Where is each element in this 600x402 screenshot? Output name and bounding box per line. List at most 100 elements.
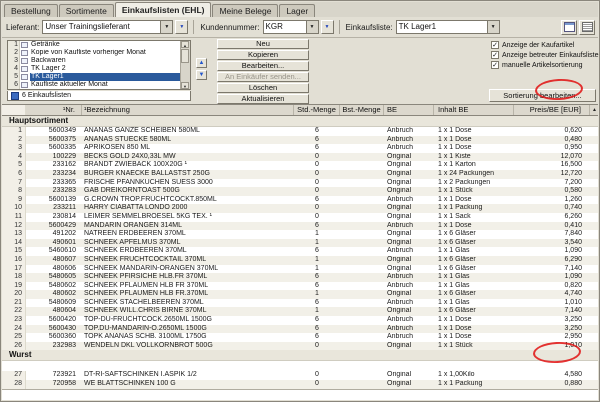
kopieren-button[interactable]: Kopieren	[217, 50, 309, 60]
neu-button[interactable]: Neu	[217, 39, 309, 49]
std-menge: 6	[294, 144, 340, 153]
column-header-bst-menge[interactable]: Bst.-Menge	[340, 105, 384, 115]
table-row[interactable]: 125600429MANDARIN ORANGEN 314ML6Anbruch1…	[2, 222, 598, 231]
kundennummer-lookup-button[interactable]: ▼	[321, 20, 334, 34]
list-item-tk-lager1[interactable]: 5TK Lager1	[8, 73, 180, 81]
table-row[interactable]: 255600360TOPK ANANAS SCHB. 3100ML 1750G6…	[2, 333, 598, 342]
table-row[interactable]: 155460610SCHNEEK ERDBEEREN 370ML6Anbruch…	[2, 247, 598, 256]
article-number: 480607	[26, 256, 82, 265]
table-row[interactable]: 6233234BURGER KNAECKE BALLASTST 250G0Ori…	[2, 170, 598, 179]
table-row[interactable]: 215480609SCHNEEK STACHELBEEREN 370ML6Anb…	[2, 299, 598, 308]
move-up-button[interactable]: ▲	[196, 58, 207, 68]
table-row[interactable]: 14490601SCHNEEK APFELMUS 370ML1Original1…	[2, 239, 598, 248]
table-row[interactable]: 35600335APRIKOSEN 850 ML6Anbruch1 x 1 Do…	[2, 144, 598, 153]
checkbox-checked[interactable]: ✓	[491, 51, 499, 59]
kundennummer-combo[interactable]: KGR ▼	[263, 20, 319, 34]
column-header-nr[interactable]: ¹Nr.	[26, 105, 82, 115]
inhalt-be: 1 x 1 Dose	[434, 333, 514, 342]
list-item-kopie-von-kaufliste-vorheriger-monat[interactable]: 2Kopie von Kaufliste vorheriger Monat	[8, 49, 180, 57]
aktualisieren-button[interactable]: Aktualisieren	[217, 94, 309, 104]
inhalt-be: 1 x 2 Packungen	[434, 179, 514, 188]
list-item-backwaren[interactable]: 3Backwaren	[8, 57, 180, 65]
bst-menge	[340, 333, 384, 342]
table-row[interactable]: 10233211HARRY CIABATTA LONDO 20000Origin…	[2, 204, 598, 213]
list-item-label: Backwaren	[30, 57, 180, 65]
table-row[interactable]: 245600430TOP.DU-MANDARIN-O.2650ML 1500G6…	[2, 325, 598, 334]
column-header-std-menge[interactable]: Std.-Menge	[294, 105, 340, 115]
list-scrollbar[interactable]: ▲ ▼	[180, 41, 190, 89]
std-menge: 1	[294, 265, 340, 274]
article-number: 5600430	[26, 325, 82, 334]
column-header-preis-be-eur[interactable]: Preis/BE [EUR]	[514, 105, 590, 115]
inhalt-be: 1 x 1 Dose	[434, 196, 514, 205]
table-row[interactable]: 11230814LEIMER SEMMELBROESEL 5KG TEX. ¹0…	[2, 213, 598, 222]
checkbox-checked[interactable]: ✓	[491, 61, 499, 69]
column-header-inhalt-be[interactable]: Inhalt BE	[434, 105, 514, 115]
table-view-button[interactable]	[561, 20, 577, 35]
column-header-bezeichnung[interactable]: ¹Bezeichnung	[82, 105, 294, 115]
be-unit: Original	[384, 204, 434, 213]
table-row[interactable]: 95600139G.CROWN TROP.FRUCHTCOCKT.850ML6A…	[2, 196, 598, 205]
table-row[interactable]: 16480607SCHNEEK FRUCHTCOCKTAIL 370ML1Ori…	[2, 256, 598, 265]
tab-sortimente[interactable]: Sortimente	[59, 4, 114, 17]
table-row[interactable]: 20480602SCHNEEK PFLAUMEN HLB FR.370ML1Or…	[2, 290, 598, 299]
row-index: 24	[2, 325, 26, 334]
article-number: 233283	[26, 187, 82, 196]
list-count-label: 6 Einkaufslisten	[22, 92, 71, 99]
tab-lager[interactable]: Lager	[279, 4, 315, 17]
bst-menge	[340, 136, 384, 145]
article-name: SCHNEEK MANDARIN-ORANGEN 370ML	[82, 265, 294, 274]
row-index: 25	[2, 333, 26, 342]
table-row[interactable]: 22480604SCHNEEK WILL.CHRIS BIRNE 370ML1O…	[2, 307, 598, 316]
table-row[interactable]: 26232983WENDELN DKL VOLLKORNBROT 500G0Or…	[2, 342, 598, 351]
tab-bestellung[interactable]: Bestellung	[4, 4, 58, 17]
bearbeiten-button[interactable]: Bearbeiten...	[217, 61, 309, 71]
table-row[interactable]: 13491202NATREEN ERDBEEREN 370ML1Original…	[2, 230, 598, 239]
chevron-down-icon[interactable]: ▼	[487, 21, 499, 33]
table-row[interactable]: 185480605SCHNEEK PFIRSICHE HLB.FR 370ML6…	[2, 273, 598, 282]
table-row[interactable]: 17480606SCHNEEK MANDARIN-ORANGEN 370ML1O…	[2, 265, 598, 274]
chevron-down-icon[interactable]: ▼	[160, 21, 172, 33]
table-row[interactable]: 28720958WE BLATTSCHINKEN 100 G0Original1…	[2, 380, 598, 389]
list-item-kaufliste-aktueller-monat[interactable]: 6Kaufliste aktueller Monat	[8, 81, 180, 89]
column-header-rownum[interactable]	[2, 105, 26, 115]
option-anzeige-der-kaufartikel[interactable]: ✓Anzeige der Kaufartikel	[491, 41, 600, 49]
einkaufsliste-combo[interactable]: TK Lager1 ▼	[396, 20, 500, 34]
tab-meine-belege[interactable]: Meine Belege	[212, 4, 278, 17]
tab-einkaufslisten-ehl[interactable]: Einkaufslisten (EHL)	[115, 2, 212, 17]
table-row[interactable]: 4100229BECKS GOLD 24X0,33L MW0Original1 …	[2, 153, 598, 162]
be-unit: Original	[384, 213, 434, 222]
table-row[interactable]: 195480602SCHNEEK PFLAUMEN HLB FR 370ML6A…	[2, 282, 598, 291]
table-row[interactable]: 25600375ANANAS STUECKE 580ML6Anbruch1 x …	[2, 136, 598, 145]
checkbox-checked[interactable]: ✓	[491, 41, 499, 49]
scroll-up-icon[interactable]: ▲	[181, 41, 189, 48]
bst-menge	[340, 380, 384, 389]
scroll-down-icon[interactable]: ▼	[181, 82, 189, 89]
lieferant-lookup-button[interactable]: ▼	[175, 20, 188, 34]
sortierung-bearbeiten-button[interactable]: Sortierung bearbeiten...	[489, 89, 596, 102]
option-anzeige-betreuter-einkaufslisten[interactable]: ✓Anzeige betreuter Einkaufslisten	[491, 51, 600, 59]
print-button[interactable]	[579, 20, 595, 35]
column-header-be[interactable]: BE	[384, 105, 434, 115]
be-unit: Anbruch	[384, 316, 434, 325]
table-row[interactable]: 27723921DT-RI-SAFTSCHINKEN I.ASPIK 1/20O…	[2, 371, 598, 380]
inhalt-be: 1 x 1 Dose	[434, 316, 514, 325]
be-unit: Anbruch	[384, 333, 434, 342]
list-item-tk-lager-2[interactable]: 4TK Lager 2	[8, 65, 180, 73]
row-index: 19	[2, 282, 26, 291]
article-name: TOP-DU-FRUCHTCOCK.2650ML 1500G	[82, 316, 294, 325]
move-down-button[interactable]: ▼	[196, 70, 207, 80]
table-row[interactable]: 8233283GAB DREIKORNTOAST 500G0Original1 …	[2, 187, 598, 196]
table-row[interactable]: 5233162BRANDT ZWIEBACK 100X20G ¹0Origina…	[2, 161, 598, 170]
list-item-getränke[interactable]: 1Getränke	[8, 41, 180, 49]
sort-order-button[interactable]: ▲	[590, 105, 600, 115]
chevron-down-icon[interactable]: ▼	[306, 21, 318, 33]
scrollbar-thumb[interactable]	[181, 49, 189, 63]
row-index: 2	[2, 136, 26, 145]
option-manuelle-artikelsortierung[interactable]: ✓manuelle Artikelsortierung	[491, 61, 600, 69]
table-row[interactable]: 7233365FRISCHE PFANNKUCHEN SUESS 30000Or…	[2, 179, 598, 188]
lieferant-combo[interactable]: Unser Trainingslieferant ▼	[42, 20, 173, 34]
table-row[interactable]: 15600349ANANAS GANZE SCHEIBEN 580ML6Anbr…	[2, 127, 598, 136]
löschen-button[interactable]: Löschen	[217, 83, 309, 93]
table-row[interactable]: 235600420TOP-DU-FRUCHTCOCK.2650ML 1500G6…	[2, 316, 598, 325]
